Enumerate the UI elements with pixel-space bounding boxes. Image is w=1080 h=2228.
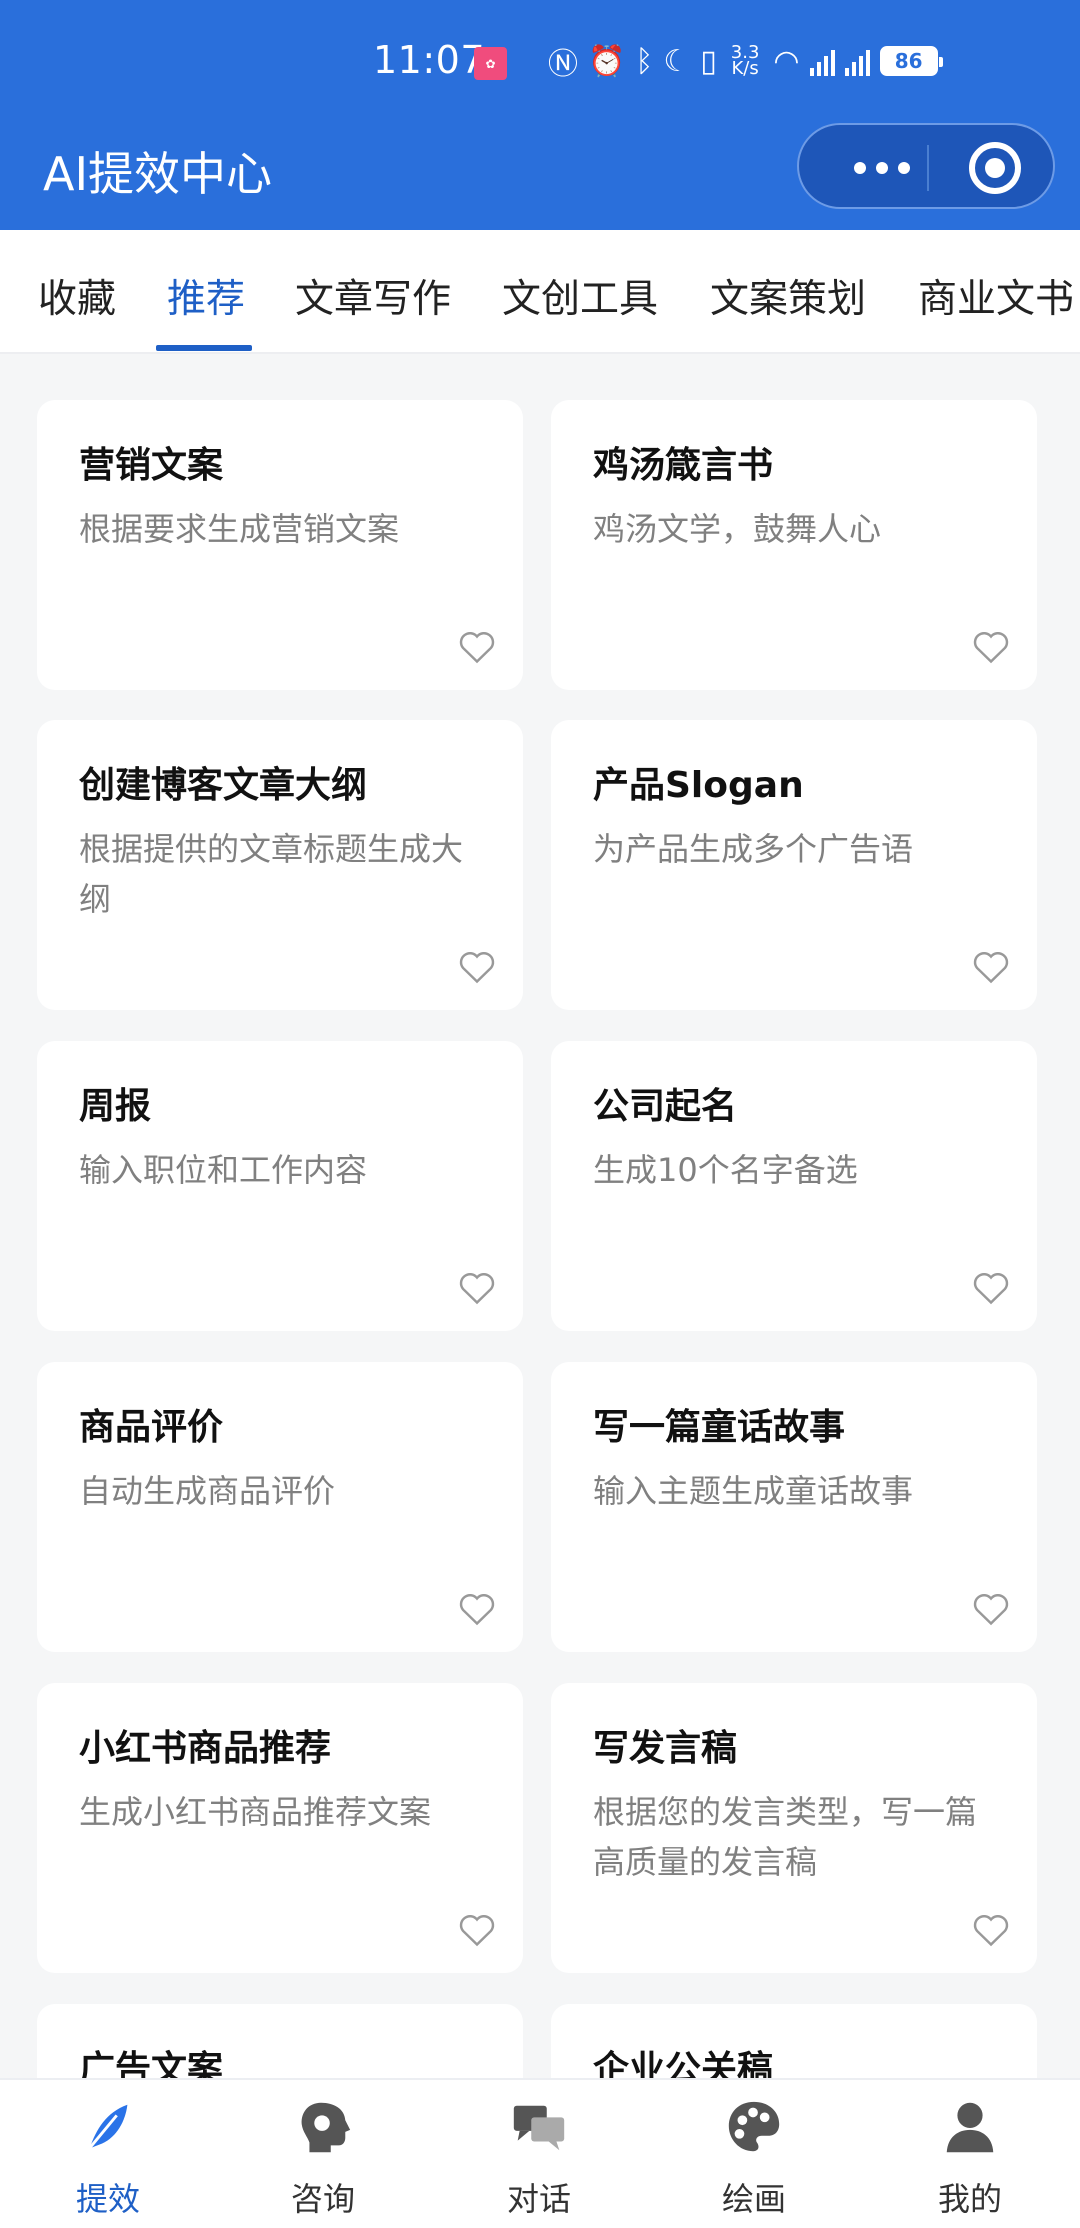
feather-icon [87, 2104, 128, 2151]
tab-creative-tools[interactable]: 文创工具 [502, 268, 658, 324]
status-time: 11:07 [373, 38, 486, 82]
heart-icon[interactable] [971, 1269, 1011, 1305]
mini-program-capsule [797, 123, 1055, 209]
bluetooth-icon: ᛒ [635, 43, 654, 79]
network-speed-unit: K/s [731, 58, 759, 79]
tool-card[interactable]: 鸡汤箴言书 鸡汤文学，鼓舞人心 [551, 400, 1037, 690]
tool-card[interactable]: 小红书商品推荐 生成小红书商品推荐文案 [37, 1683, 523, 1973]
nav-label: 提效 [75, 2180, 140, 2218]
heart-icon[interactable] [457, 628, 497, 664]
user-icon [946, 2102, 994, 2153]
tool-card[interactable]: 写发言稿 根据您的发言类型，写一篇高质量的发言稿 [551, 1683, 1037, 1973]
heart-icon[interactable] [971, 1911, 1011, 1947]
vibrate-icon: ▯ [700, 43, 717, 79]
tool-description: 自动生成商品评价 [79, 1472, 336, 1510]
tool-description: 生成小红书商品推荐文案 [79, 1793, 432, 1831]
tool-name: 鸡汤箴言书 [593, 445, 774, 486]
heart-icon[interactable] [457, 1269, 497, 1305]
tool-name: 公司起名 [593, 1086, 738, 1127]
tool-card[interactable]: 营销文案 根据要求生成营销文案 [37, 400, 523, 690]
tool-card[interactable]: 周报 输入职位和工作内容 [37, 1041, 523, 1331]
page-title: AI提效中心 [43, 147, 273, 201]
wifi-icon: ◠ [773, 43, 800, 79]
nav-item-mine[interactable]: 我的 [910, 2096, 1030, 2220]
tool-name: 营销文案 [79, 445, 224, 486]
alarm-icon: ⏰ [588, 43, 626, 79]
tool-description: 根据要求生成营销文案 [79, 510, 400, 548]
notification-app-icon: ✿ [474, 47, 507, 80]
category-tabs: 收藏 推荐 文章写作 文创工具 文案策划 商业文书 [0, 230, 1080, 354]
heart-icon[interactable] [971, 948, 1011, 984]
tool-name: 产品Slogan [593, 765, 804, 806]
tool-card[interactable]: 创建博客文章大纲 根据提供的文章标题生成大纲 [37, 720, 523, 1010]
tab-article-writing[interactable]: 文章写作 [295, 268, 451, 324]
heart-icon[interactable] [457, 1590, 497, 1626]
tab-business-documents[interactable]: 商业文书 [918, 268, 1074, 324]
nav-label: 咨询 [290, 2180, 355, 2218]
status-icons: Ⓝ ⏰ ᛒ ☾ ▯ 3.3 K/s ◠ 86 [548, 38, 943, 84]
nav-label: 绘画 [721, 2180, 786, 2218]
tool-name: 周报 [79, 1086, 152, 1127]
heart-icon[interactable] [457, 1911, 497, 1947]
close-target-icon[interactable] [969, 142, 1021, 194]
tool-card[interactable]: 商品评价 自动生成商品评价 [37, 1362, 523, 1652]
tool-description: 输入主题生成童话故事 [593, 1472, 914, 1510]
heart-icon[interactable] [971, 1590, 1011, 1626]
nfc-icon: Ⓝ [548, 47, 578, 82]
do-not-disturb-icon: ☾ [663, 43, 691, 79]
tool-description: 为产品生成多个广告语 [593, 830, 914, 868]
tool-name: 创建博客文章大纲 [79, 765, 368, 806]
heart-icon[interactable] [457, 948, 497, 984]
nav-item-chat[interactable]: 对话 [479, 2096, 599, 2220]
tool-description: 根据提供的文章标题生成大纲 [79, 830, 464, 918]
app-root: 11:07 ✿ Ⓝ ⏰ ᛒ ☾ ▯ 3.3 K/s ◠ 86 AI提效中心 收藏… [0, 0, 1080, 2228]
tool-description: 生成10个名字备选 [593, 1151, 858, 1189]
top-bar: 11:07 ✿ Ⓝ ⏰ ᛒ ☾ ▯ 3.3 K/s ◠ 86 AI提效中心 [0, 0, 1080, 230]
nav-item-consult[interactable]: 咨询 [263, 2096, 383, 2220]
nav-label: 我的 [937, 2180, 1002, 2218]
tool-card[interactable]: 公司起名 生成10个名字备选 [551, 1041, 1037, 1331]
capsule-divider [927, 145, 929, 191]
tool-description: 输入职位和工作内容 [79, 1151, 368, 1189]
tab-favorites[interactable]: 收藏 [38, 268, 116, 324]
nav-item-painting[interactable]: 绘画 [694, 2096, 814, 2220]
tab-recommended[interactable]: 推荐 [167, 268, 245, 324]
tool-card[interactable]: 产品Slogan 为产品生成多个广告语 [551, 720, 1037, 1010]
more-options-icon[interactable] [837, 150, 927, 186]
active-tab-indicator [156, 345, 252, 351]
chat-icon [513, 2105, 565, 2151]
heart-icon[interactable] [971, 628, 1011, 664]
bottom-navigation: 提效 咨询 对话 绘画 我的 [0, 2078, 1080, 2228]
signal-4g-icon [844, 46, 870, 76]
nav-item-efficiency[interactable]: 提效 [48, 2096, 168, 2220]
head-icon [301, 2102, 351, 2153]
nav-label: 对话 [506, 2180, 571, 2218]
tool-name: 小红书商品推荐 [79, 1728, 332, 1769]
tab-copy-planning[interactable]: 文案策划 [710, 268, 866, 324]
network-speed: 3.3 K/s [731, 44, 760, 79]
signal-5g-icon [809, 46, 835, 76]
battery-icon: 86 [879, 46, 943, 76]
tool-name: 商品评价 [79, 1407, 224, 1448]
palette-icon [728, 2101, 780, 2152]
tool-name: 写发言稿 [593, 1728, 738, 1769]
tool-description: 根据您的发言类型，写一篇高质量的发言稿 [593, 1793, 978, 1881]
tool-card[interactable]: 写一篇童话故事 输入主题生成童话故事 [551, 1362, 1037, 1652]
tool-name: 写一篇童话故事 [593, 1407, 846, 1448]
tool-description: 鸡汤文学，鼓舞人心 [593, 510, 882, 548]
status-bar: 11:07 ✿ Ⓝ ⏰ ᛒ ☾ ▯ 3.3 K/s ◠ 86 [0, 0, 1080, 120]
